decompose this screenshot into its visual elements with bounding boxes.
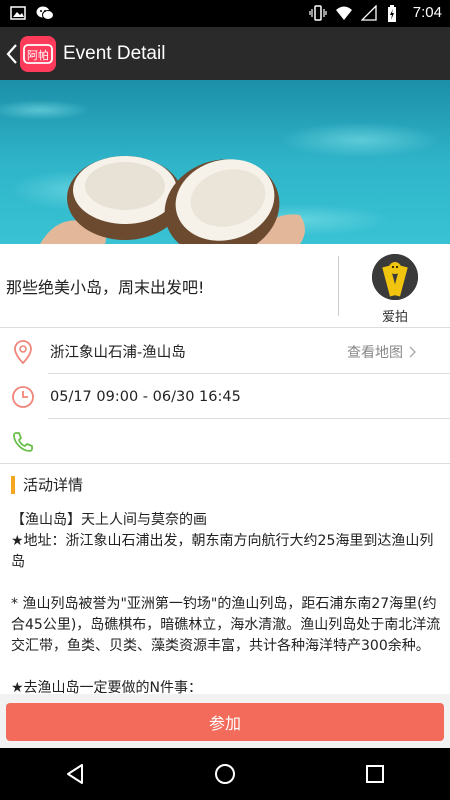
signal-icon <box>360 3 377 21</box>
back-icon <box>67 764 83 784</box>
recents-icon <box>366 765 384 783</box>
event-banner-image <box>0 80 450 244</box>
nav-recents-button[interactable] <box>345 748 405 800</box>
wechat-icon <box>36 5 54 21</box>
system-nav-bar <box>0 748 450 800</box>
join-button[interactable]: 参加 <box>6 703 444 741</box>
event-datetime: 05/17 09:00 - 06/30 16:45 <box>50 388 241 405</box>
location-row[interactable]: 浙江象山石浦-渔山岛 查看地图 <box>0 329 450 374</box>
gallery-icon <box>10 5 26 21</box>
battery-charging-icon <box>387 4 403 22</box>
phone-icon[interactable] <box>10 429 36 455</box>
section-accent-bar <box>11 475 15 494</box>
home-icon <box>215 764 235 784</box>
wifi-icon <box>335 5 352 21</box>
nav-back-button[interactable] <box>45 748 105 800</box>
avatar[interactable] <box>372 254 418 300</box>
app-bar: 阿帕 Event Detail <box>0 27 450 80</box>
phone-row[interactable] <box>0 419 450 464</box>
vibrate-icon <box>309 4 327 21</box>
location-text: 浙江象山石浦-渔山岛 <box>50 345 186 361</box>
view-map-label: 查看地图 <box>347 344 403 361</box>
event-title: 那些绝美小岛，周末出发吧! <box>6 278 205 297</box>
view-map-link[interactable]: 查看地图 <box>347 342 416 362</box>
nav-home-button[interactable] <box>195 748 255 800</box>
page-title: Event Detail <box>63 42 166 64</box>
divider <box>338 256 339 316</box>
app-logo-text: 阿帕 <box>27 48 49 62</box>
clock-icon <box>10 384 36 410</box>
back-button[interactable] <box>4 27 20 80</box>
status-bar: 7:04 <box>0 0 450 27</box>
app-logo[interactable]: 阿帕 <box>20 35 56 72</box>
organizer-name: 爱拍 <box>381 310 408 325</box>
bottom-action-bar: 参加 <box>0 694 450 748</box>
section-title: 活动详情 <box>23 476 84 494</box>
event-description: 【渔山岛】天上人间与莫奈的画 ★地址：浙江象山石浦出发，朝东南方向航行大约25海… <box>11 512 441 696</box>
location-pin-icon <box>10 339 36 365</box>
datetime-row: 05/17 09:00 - 06/30 16:45 <box>0 374 450 419</box>
event-header: 那些绝美小岛，周末出发吧! 爱拍 <box>0 244 450 328</box>
status-time: 7:04 <box>412 4 442 21</box>
chevron-right-icon <box>409 346 416 357</box>
section-header: 活动详情 <box>0 463 450 505</box>
back-chevron-icon <box>6 43 17 64</box>
organizer[interactable]: 爱拍 <box>370 254 420 325</box>
